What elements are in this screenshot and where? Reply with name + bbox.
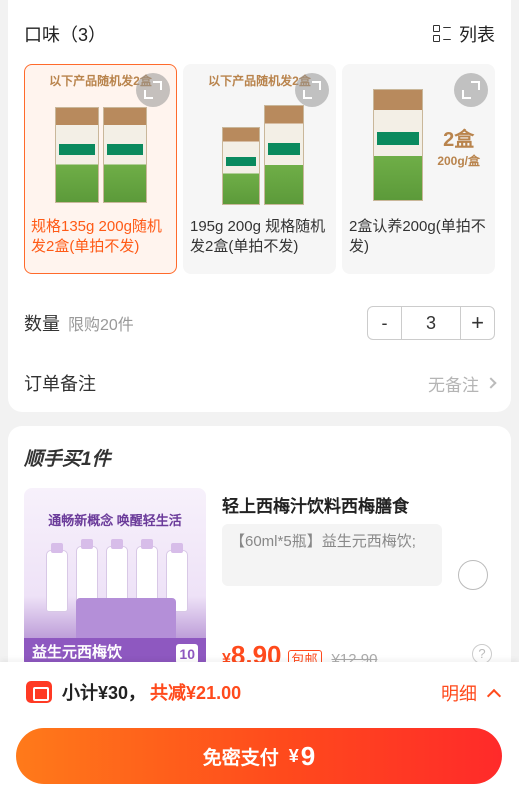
- addon-title: 顺手买1件: [24, 449, 111, 470]
- pay-currency: ¥: [288, 745, 299, 766]
- addon-card: 顺手买1件 通畅新概念 唤醒轻生活 益生元西梅饮 10 轻上西梅汁饮料西梅膳食 …: [8, 426, 511, 686]
- discount-text: 共减¥21.00: [150, 683, 242, 703]
- bottle-image: [46, 543, 68, 612]
- list-view-label: 列表: [459, 25, 495, 45]
- order-note-value: 无备注: [428, 375, 479, 395]
- flavor-options: 以下产品随机发2盒 规格135g 200g随机发2盒(单拍不发) 以下产品随机发…: [24, 64, 495, 274]
- flavor-option-1[interactable]: 以下产品随机发2盒 规格135g 200g随机发2盒(单拍不发): [24, 64, 177, 274]
- addon-product-name[interactable]: 轻上西梅汁饮料西梅膳食: [222, 492, 409, 517]
- expand-icon[interactable]: [295, 73, 329, 107]
- addon-product-image[interactable]: 通畅新概念 唤醒轻生活 益生元西梅饮 10: [24, 488, 206, 668]
- order-note-value-wrap: 无备注: [428, 371, 497, 396]
- pay-amount: 9: [300, 740, 316, 771]
- milk-box-image: [103, 107, 147, 203]
- flavor-title: 口味（3）: [24, 25, 107, 45]
- coupon-icon: [26, 681, 52, 703]
- product-image-badge: 10: [176, 644, 198, 664]
- option-label: 195g 200g 规格随机发2盒(单拍不发): [190, 218, 326, 255]
- decrease-button[interactable]: -: [368, 307, 402, 339]
- quantity-label: 数量: [24, 314, 60, 334]
- chevron-right-icon: [485, 377, 497, 389]
- subtotal-text: 小计¥30，: [62, 683, 147, 703]
- milk-box-image: [373, 89, 423, 201]
- order-note-label: 订单备注: [24, 374, 96, 394]
- chevron-up-icon: [486, 688, 502, 704]
- addon-select-radio[interactable]: [458, 560, 488, 590]
- order-note-row[interactable]: 订单备注 无备注: [24, 368, 497, 398]
- flavor-option-image: 以下产品随机发2盒: [25, 65, 176, 215]
- flavor-option-2[interactable]: 以下产品随机发2盒 195g 200g 规格随机发2盒(单拍不发): [183, 64, 336, 274]
- milk-box-image: [55, 107, 99, 203]
- help-icon[interactable]: ?: [472, 644, 492, 664]
- pay-button-label: 免密支付: [202, 747, 279, 769]
- checkout-bar: 小计¥30， 共减¥21.00 明细 免密支付 ¥ 9: [0, 662, 519, 800]
- purchase-limit: 限购20件: [68, 317, 134, 334]
- flavor-option-image: 2盒 200g/盒: [343, 65, 494, 215]
- flavor-header: 口味（3） 列表: [24, 20, 495, 48]
- list-view-toggle[interactable]: 列表: [433, 21, 495, 47]
- option-label: 2盒认养200g(单拍不发): [349, 218, 486, 255]
- expand-icon[interactable]: [454, 73, 488, 107]
- quantity-stepper: - 3 +: [367, 306, 495, 340]
- milk-box-image: [222, 127, 260, 205]
- flavor-option-image: 以下产品随机发2盒: [184, 65, 335, 215]
- pack-quantity-text: 2盒 200g/盒: [437, 129, 480, 168]
- sku-selection-card: 口味（3） 列表 以下产品随机发2盒 规格135g 200g随机发2盒(单拍不发…: [8, 0, 511, 412]
- expand-icon[interactable]: [136, 73, 170, 107]
- product-image-slogan: 通畅新概念 唤醒轻生活: [48, 513, 182, 528]
- price-detail-toggle[interactable]: 明细: [441, 680, 502, 706]
- increase-button[interactable]: +: [460, 307, 494, 339]
- milk-box-image: [264, 105, 304, 205]
- pay-button[interactable]: 免密支付 ¥ 9: [16, 728, 502, 784]
- price-summary: 小计¥30， 共减¥21.00 明细: [26, 680, 502, 706]
- option-label: 规格135g 200g随机发2盒(单拍不发): [31, 218, 162, 255]
- addon-product-description: 【60ml*5瓶】益生元西梅饮;: [222, 524, 442, 586]
- quantity-row: 数量 限购20件 - 3 +: [24, 306, 495, 340]
- price-detail-label: 明细: [441, 684, 477, 704]
- quantity-value[interactable]: 3: [402, 307, 460, 339]
- list-view-icon: [433, 25, 451, 43]
- flavor-option-3[interactable]: 2盒 200g/盒 2盒认养200g(单拍不发): [342, 64, 495, 274]
